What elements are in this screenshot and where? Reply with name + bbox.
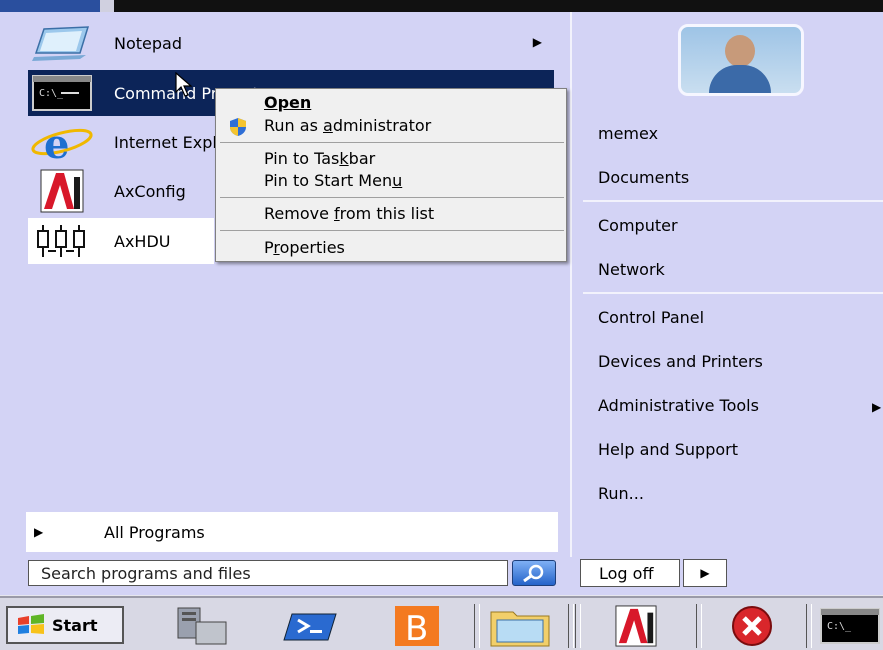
axhdu-icon xyxy=(28,218,96,264)
place-control-panel[interactable]: Control Panel xyxy=(598,308,704,327)
place-network[interactable]: Network xyxy=(598,260,665,279)
context-separator xyxy=(220,142,564,143)
context-separator xyxy=(220,230,564,231)
user-avatar[interactable] xyxy=(678,24,804,96)
place-admin-tools[interactable]: Administrative Tools xyxy=(598,396,759,415)
svg-text:e: e xyxy=(44,121,69,164)
svg-text:B: B xyxy=(405,609,428,648)
context-pin-start[interactable]: Pin to Start Menu xyxy=(264,171,402,190)
context-open[interactable]: Open xyxy=(264,93,311,112)
axconfig-icon[interactable] xyxy=(596,604,676,648)
all-programs-button[interactable]: ▶ All Programs xyxy=(26,512,558,552)
b-app-icon[interactable]: B xyxy=(375,604,455,648)
axconfig-icon xyxy=(28,168,96,214)
cmd-icon[interactable]: C:\_ xyxy=(818,604,882,648)
powershell-icon[interactable] xyxy=(270,604,350,648)
submenu-arrow-icon: ▶ xyxy=(532,35,542,49)
taskbar-divider xyxy=(696,604,702,648)
context-menu: Open Run as administrator Pin to Taskbar… xyxy=(215,88,567,262)
submenu-arrow-icon: ▶ xyxy=(872,400,882,414)
start-label: Start xyxy=(52,615,98,635)
server-manager-icon[interactable] xyxy=(160,604,240,648)
shutdown-options-button[interactable]: ▶ xyxy=(683,559,727,587)
all-programs-label: All Programs xyxy=(104,522,205,542)
place-help-support[interactable]: Help and Support xyxy=(598,440,738,459)
place-memex[interactable]: memex xyxy=(598,124,658,143)
windows-logo-icon xyxy=(18,614,44,634)
place-run[interactable]: Run... xyxy=(598,484,644,503)
cmd-icon: C:\_ xyxy=(28,70,96,116)
program-label: AxConfig xyxy=(114,181,186,201)
arrow-right-icon: ▶ xyxy=(700,566,710,580)
taskbar-divider xyxy=(806,604,812,648)
top-bar xyxy=(0,0,883,12)
expand-arrow-icon: ▶ xyxy=(34,525,44,539)
places-separator xyxy=(583,292,883,294)
context-pin-taskbar[interactable]: Pin to Taskbar xyxy=(264,149,375,168)
uac-shield-icon xyxy=(230,118,246,136)
place-devices-printers[interactable]: Devices and Printers xyxy=(598,352,763,371)
search-input[interactable]: Search programs and files xyxy=(28,560,508,586)
program-notepad[interactable]: Notepad ▶ xyxy=(28,20,554,66)
notepad-icon xyxy=(28,20,96,66)
place-documents[interactable]: Documents xyxy=(598,168,689,187)
log-off-button[interactable]: Log off xyxy=(580,559,680,587)
context-properties[interactable]: Properties xyxy=(264,238,345,257)
svg-text:C:\_: C:\_ xyxy=(827,621,852,632)
search-button[interactable] xyxy=(512,560,556,586)
explorer-folder-icon[interactable] xyxy=(480,604,560,648)
search-placeholder: Search programs and files xyxy=(41,563,251,583)
taskbar-divider xyxy=(575,604,581,648)
places-separator xyxy=(583,200,883,202)
context-remove[interactable]: Remove from this list xyxy=(264,204,434,223)
search-icon xyxy=(523,564,544,582)
taskbar-divider xyxy=(568,604,574,648)
program-label: AxHDU xyxy=(114,231,171,251)
svg-text:C:\_: C:\_ xyxy=(39,88,64,99)
start-button[interactable]: Start xyxy=(6,606,124,644)
mouse-cursor-icon xyxy=(175,72,193,97)
context-run-as-admin[interactable]: Run as administrator xyxy=(264,116,431,135)
context-separator xyxy=(220,197,564,198)
place-computer[interactable]: Computer xyxy=(598,216,678,235)
program-axhdu[interactable]: AxHDU xyxy=(28,218,214,264)
program-label: Notepad xyxy=(114,33,182,53)
error-icon[interactable] xyxy=(712,604,792,648)
internet-explorer-icon: e xyxy=(28,119,96,165)
